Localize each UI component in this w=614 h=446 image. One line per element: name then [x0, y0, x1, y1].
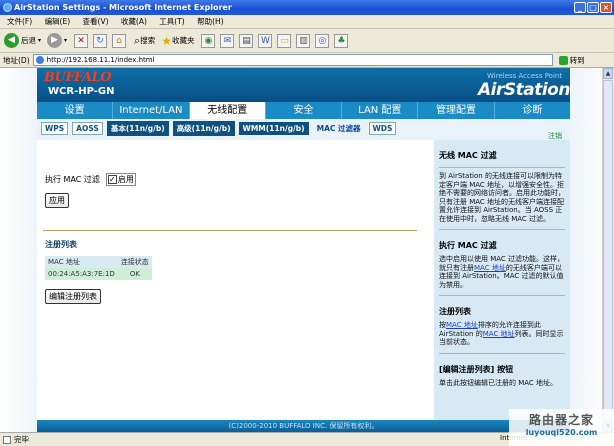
tab-lan-config[interactable]: LAN 配置: [342, 102, 419, 119]
menu-favorites[interactable]: 收藏(A): [121, 17, 147, 26]
subtabs: WPS AOSS 基本(11n/g/b) 高级(11n/g/b) WMM(11n…: [41, 121, 397, 136]
subtab-aoss[interactable]: AOSS: [72, 122, 103, 135]
menu-help[interactable]: 帮助(H): [197, 17, 224, 26]
tab-admin[interactable]: 管理配置: [418, 102, 495, 119]
back-button[interactable]: ◀ 后退 ▾: [4, 33, 41, 48]
col-connection-status: 连接状态: [117, 256, 152, 268]
window-title-bar: AirStation Settings - Microsoft Internet…: [0, 0, 614, 15]
section-divider: [43, 230, 417, 231]
address-input[interactable]: http://192.168.11.1/index.html: [32, 54, 553, 66]
help-link-mac-address-1[interactable]: MAC 地址: [446, 321, 478, 329]
print-icon[interactable]: ▤: [239, 33, 254, 48]
help-text-registration: 按MAC 地址排序的允许连接到此 AirStation 的MAC 地址列表。同时…: [439, 321, 564, 346]
menu-view[interactable]: 查看(V): [83, 17, 109, 26]
menu-tools[interactable]: 工具(T): [159, 17, 184, 26]
maximize-icon[interactable]: □: [587, 2, 599, 13]
help-panel: 无线 MAC 过滤 到 AirStation 的无线连接可以限制为特定客户端 M…: [434, 140, 570, 420]
users-icon[interactable]: ♣: [334, 33, 349, 48]
registration-title: 注册列表: [45, 240, 77, 249]
buffalo-logo: BUFFALO: [44, 70, 112, 85]
help-divider: [439, 295, 565, 296]
status-text: 完毕: [14, 435, 29, 444]
back-arrow-icon: ◀: [4, 33, 19, 48]
address-label: 地址(D): [3, 55, 30, 65]
help-divider: [439, 352, 565, 354]
tab-security[interactable]: 安全: [266, 102, 343, 119]
status-cell: OK: [117, 268, 152, 280]
forward-button[interactable]: ▶ ▾: [47, 33, 67, 48]
enable-checkbox[interactable]: ✓: [107, 175, 117, 184]
go-arrow-icon: [558, 55, 568, 65]
left-margin: [0, 68, 37, 432]
research-icon[interactable]: ▥: [296, 33, 311, 48]
tab-wireless[interactable]: 无线配置: [189, 102, 266, 119]
content-panel: [37, 146, 433, 420]
subtab-basic[interactable]: 基本(11n/g/b): [106, 121, 169, 136]
tab-setup[interactable]: 设置: [37, 102, 114, 119]
help-title-edit-button: [编辑注册列表] 按钮: [439, 364, 514, 374]
tab-diagnostics[interactable]: 诊断: [495, 102, 570, 119]
page-done-icon: [3, 436, 11, 444]
scrollbar-thumb[interactable]: [603, 80, 613, 420]
edit-icon[interactable]: W: [258, 33, 273, 48]
help-text-edit-button: 单击此按钮编辑已注册的 MAC 地址。: [439, 378, 558, 387]
subtab-wps[interactable]: WPS: [41, 122, 69, 135]
close-icon[interactable]: ×: [600, 2, 612, 13]
copyright-footer: (C)2000-2010 BUFFALO INC. 保留所有权利。: [37, 420, 570, 432]
menu-bar: 文件(F) 编辑(E) 查看(V) 收藏(A) 工具(T) 帮助(H): [0, 15, 614, 29]
minimize-icon[interactable]: _: [574, 2, 586, 13]
enforce-mac-filter-label: 执行 MAC 过滤: [45, 175, 100, 184]
help-divider: [439, 167, 565, 168]
forward-arrow-icon: ▶: [47, 33, 63, 48]
subtab-mac-filter[interactable]: MAC 过滤器: [313, 121, 365, 136]
stop-icon[interactable]: ✕: [74, 33, 89, 48]
help-text-enforce: 选中启用以使用 MAC 过滤功能。这样，就只有注册MAC 地址的无线客户端可以连…: [439, 255, 565, 289]
subtab-wmm[interactable]: WMM(11n/g/b): [238, 122, 309, 135]
edit-registration-button[interactable]: 编辑注册列表: [45, 289, 101, 304]
star-icon: ★: [161, 33, 172, 48]
enforce-mac-filter-row: 执行 MAC 过滤 ✓ 启用: [45, 173, 136, 186]
refresh-icon[interactable]: ↻: [93, 33, 108, 48]
col-mac-address: MAC 地址: [45, 256, 118, 268]
home-icon[interactable]: ⌂: [112, 33, 127, 48]
help-text-wireless-mac: 到 AirStation 的无线连接可以限制为特定客户端 MAC 地址，以增强安…: [439, 172, 565, 223]
help-title-wireless-mac: 无线 MAC 过滤: [439, 151, 497, 160]
page-icon: [35, 56, 44, 64]
window-title: AirStation Settings - Microsoft Internet…: [14, 3, 232, 12]
scroll-up-icon[interactable]: ▲: [603, 68, 613, 79]
media-icon[interactable]: ◉: [201, 33, 216, 48]
favorites-button[interactable]: ★ 收藏夹: [161, 34, 194, 48]
airstation-brand: AirStation: [478, 80, 570, 100]
messenger-icon[interactable]: ◎: [315, 33, 330, 48]
tab-internet-lan[interactable]: Internet/LAN: [113, 102, 190, 119]
watermark: 路由器之家 luyouqi520.com: [509, 409, 614, 446]
subtab-wds[interactable]: WDS: [368, 122, 397, 135]
mac-address-cell: 00:24:A5:A3:7E:1D: [45, 268, 118, 280]
header-subtitle: Wireless Access Point: [487, 72, 563, 80]
help-link-mac-address[interactable]: MAC 地址: [474, 264, 506, 272]
enable-checkbox-group[interactable]: ✓ 启用: [105, 173, 136, 186]
mail-icon[interactable]: ✉: [220, 33, 235, 48]
registration-table: MAC 地址 连接状态 00:24:A5:A3:7E:1D OK: [45, 256, 152, 280]
help-title-registration: 注册列表: [439, 307, 471, 316]
table-row: 00:24:A5:A3:7E:1D OK: [45, 268, 152, 280]
go-button[interactable]: 转到: [558, 55, 585, 66]
help-link-mac-address-2[interactable]: MAC 地址: [483, 330, 515, 338]
apply-button[interactable]: 应用: [45, 193, 69, 208]
ie-icon: [3, 3, 12, 12]
help-title-enforce: 执行 MAC 过滤: [439, 241, 497, 250]
menu-edit[interactable]: 编辑(E): [45, 17, 71, 26]
model-name: WCR-HP-GN: [48, 86, 115, 97]
browser-toolbar: ◀ 后退 ▾ ▶ ▾ ✕ ↻ ⌂ ⌕ 搜索 ★ 收藏夹 ◉ ✉ ▤ W ▭ ▥ ◎ …: [0, 29, 614, 53]
subtab-advanced[interactable]: 高级(11n/g/b): [172, 121, 235, 136]
watermark-title: 路由器之家: [528, 413, 594, 427]
address-bar: 地址(D) http://192.168.11.1/index.html 转到: [0, 53, 614, 68]
main-tabs: 设置 Internet/LAN 无线配置 安全 LAN 配置 管理配置 诊断: [37, 102, 570, 119]
menu-file[interactable]: 文件(F): [7, 17, 32, 26]
search-button[interactable]: ⌕ 搜索: [134, 34, 155, 48]
watermark-url: luyouqi520.com: [525, 428, 598, 437]
discuss-icon[interactable]: ▭: [277, 33, 292, 48]
enable-label: 启用: [117, 175, 134, 184]
help-divider: [439, 229, 565, 230]
